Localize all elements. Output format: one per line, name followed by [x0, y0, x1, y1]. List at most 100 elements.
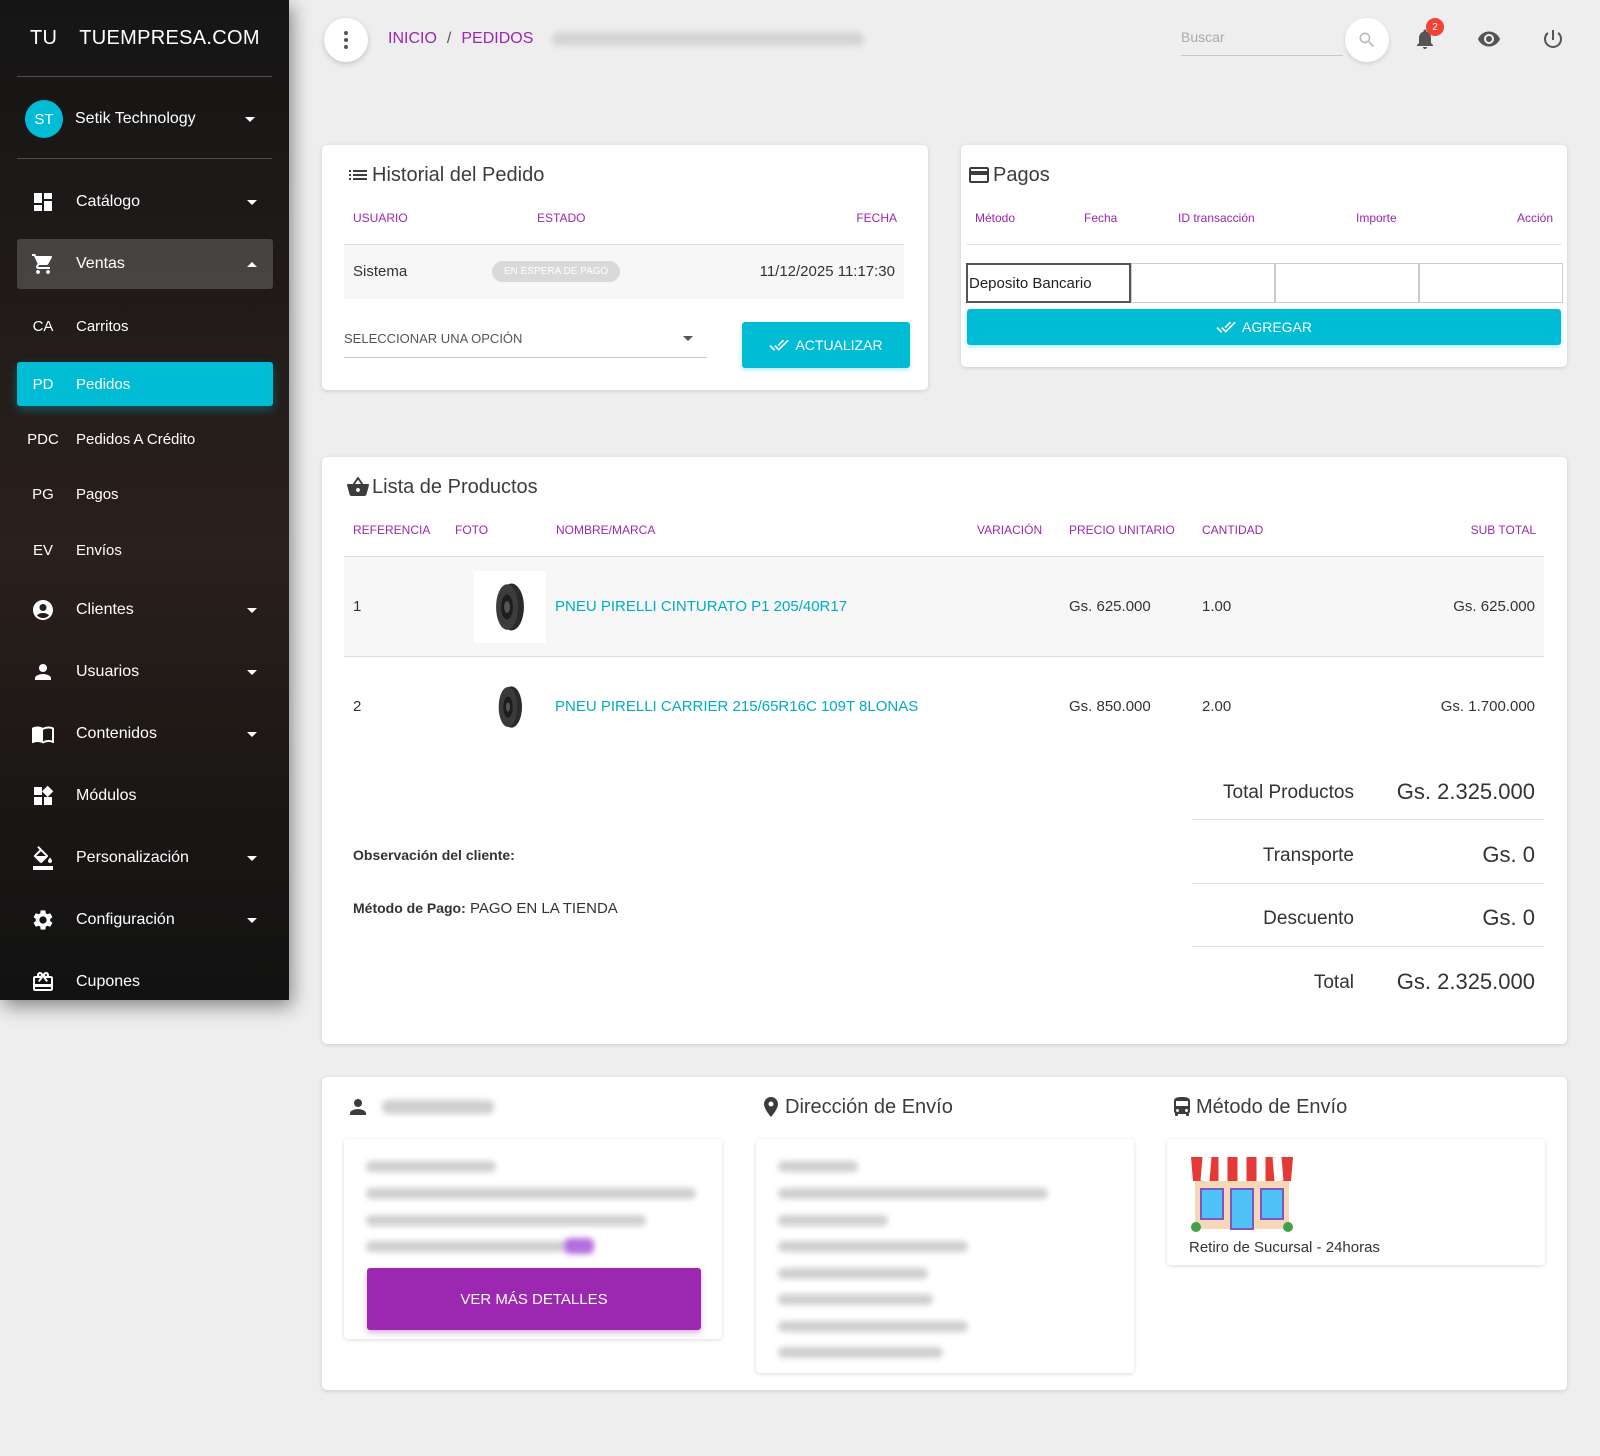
breadcrumb-pedidos[interactable]: PEDIDOS — [461, 30, 533, 48]
transaction-id-field[interactable] — [1275, 263, 1419, 303]
payments-card: Pagos Método Fecha ID transacción Import… — [961, 145, 1567, 367]
sidebar-item-pedidos-credito[interactable]: PDC Pedidos A Crédito — [17, 416, 273, 462]
redacted-text — [366, 1188, 696, 1199]
transport-value: Gs. 0 — [1482, 842, 1535, 867]
add-payment-button[interactable]: AGREGAR — [967, 309, 1561, 345]
product-photo[interactable] — [474, 571, 546, 643]
sidebar-item-label: Personalización — [76, 849, 189, 866]
payment-method-value: PAGO EN LA TIENDA — [469, 900, 618, 917]
power-icon — [1544, 30, 1562, 48]
product-qty: 1.00 — [1202, 598, 1232, 615]
divider — [1192, 883, 1544, 884]
product-subtotal: Gs. 625.000 — [1453, 598, 1535, 615]
sidebar-item-abbr: PD — [32, 375, 54, 393]
card-title — [346, 1095, 494, 1119]
sidebar-item-usuarios[interactable]: Usuarios — [17, 647, 273, 697]
column-header: PRECIO UNITARIO — [1069, 523, 1175, 537]
column-header: FOTO — [455, 523, 489, 537]
map-pin-icon — [764, 1097, 778, 1117]
amount-field[interactable] — [1419, 263, 1563, 303]
sidebar-item-cupones[interactable]: Cupones — [17, 957, 273, 1000]
chevron-down-icon — [247, 607, 257, 613]
sidebar-item-label: Envíos — [76, 541, 122, 559]
status-select[interactable]: SELECCIONAR UNA OPCIÓN — [344, 320, 707, 358]
table-row: 1 PNEU PIRELLI CINTURATO P1 205/40R17 Gs… — [344, 556, 1544, 656]
dashboard-icon — [17, 190, 69, 214]
payment-method-field[interactable]: Deposito Bancario — [966, 263, 1131, 303]
sidebar-item-configuracion[interactable]: Configuración — [17, 895, 273, 945]
products-card: Lista de Productos REFERENCIA FOTO NOMBR… — [322, 457, 1567, 1044]
transport-label: Transporte — [1262, 845, 1354, 866]
view-more-details-button[interactable]: VER MÁS DETALLES — [367, 1268, 701, 1330]
bus-icon — [1174, 1097, 1190, 1116]
done-all-icon — [769, 339, 790, 351]
sidebar-item-carritos[interactable]: CA Carritos — [17, 303, 273, 349]
chevron-down-icon — [247, 199, 257, 205]
sidebar: TU TUEMPRESA.COM ST Setik Technology Cat… — [0, 0, 289, 1000]
product-name-link[interactable]: PNEU PIRELLI CINTURATO P1 205/40R17 — [555, 598, 847, 615]
person-icon — [350, 1099, 366, 1115]
products-title: Lista de Productos — [372, 475, 538, 498]
column-header: ESTADO — [537, 211, 586, 225]
button-label: ACTUALIZAR — [795, 337, 883, 353]
view-store-button[interactable] — [1474, 24, 1504, 54]
sidebar-item-pedidos[interactable]: PD Pedidos — [17, 362, 273, 406]
redacted-badge — [564, 1238, 594, 1254]
table-row: Sistema EN ESPERA DE PAGO 11/12/2025 11:… — [344, 245, 904, 299]
sidebar-item-ventas[interactable]: Ventas — [17, 239, 273, 289]
sidebar-item-pagos[interactable]: PG Pagos — [17, 471, 273, 517]
divider — [17, 158, 272, 159]
more-options-button[interactable] — [324, 18, 368, 62]
shipping-method-panel: Retiro de Sucursal - 24horas — [1167, 1139, 1545, 1265]
logout-button[interactable] — [1538, 24, 1568, 54]
search-button[interactable] — [1345, 18, 1389, 62]
card-title: Historial del Pedido — [346, 163, 544, 187]
sidebar-item-label: Contenidos — [76, 725, 157, 742]
sidebar-item-clientes[interactable]: Clientes — [17, 585, 273, 635]
column-header: FECHA — [856, 211, 897, 225]
product-name-link[interactable]: PNEU PIRELLI CARRIER 215/65R16C 109T 8LO… — [555, 698, 918, 715]
chevron-down-icon — [247, 855, 257, 861]
paint-bucket-icon — [17, 846, 69, 870]
user-name: Setik Technology — [75, 110, 196, 127]
table-row: 2 PNEU PIRELLI CARRIER 215/65R16C 109T 8… — [344, 656, 1544, 756]
redacted-text — [778, 1161, 858, 1172]
payment-date-field[interactable] — [1131, 263, 1275, 303]
product-photo[interactable] — [474, 671, 546, 743]
breadcrumb-separator: / — [446, 30, 452, 47]
dot-icon — [344, 31, 348, 35]
sidebar-item-envios[interactable]: EV Envíos — [17, 527, 273, 573]
sidebar-item-personalizacion[interactable]: Personalización — [17, 833, 273, 883]
notifications-button[interactable]: 2 — [1410, 18, 1444, 54]
sidebar-item-label: Pedidos — [76, 375, 131, 393]
user-menu[interactable]: ST Setik Technology — [25, 100, 265, 138]
chevron-down-icon — [247, 731, 257, 737]
redacted-text — [778, 1294, 933, 1305]
done-all-icon — [1216, 321, 1236, 333]
brand-logo[interactable]: TU TUEMPRESA.COM — [30, 27, 260, 50]
chevron-down-icon — [245, 116, 255, 122]
tire-image — [496, 583, 524, 631]
grand-total-label: Total — [1313, 972, 1354, 993]
search-input[interactable]: Buscar — [1181, 26, 1343, 56]
sidebar-item-modulos[interactable]: Módulos — [17, 771, 273, 821]
column-header: Importe — [1356, 211, 1397, 225]
update-button[interactable]: ACTUALIZAR — [742, 322, 910, 368]
column-header: SUB TOTAL — [1470, 523, 1536, 537]
grand-total-value: Gs. 2.325.000 — [1396, 969, 1535, 994]
redacted-text — [778, 1268, 928, 1279]
column-header: VARIACIÓN — [977, 523, 1043, 537]
card-title: Lista de Productos — [346, 475, 538, 499]
customer-observation-label: Observación del cliente: — [353, 847, 515, 863]
redacted-text — [778, 1347, 943, 1358]
breadcrumb-inicio[interactable]: INICIO — [388, 30, 437, 48]
sidebar-item-catalogo[interactable]: Catálogo — [17, 177, 273, 227]
column-header: CANTIDAD — [1202, 523, 1264, 537]
person-icon — [17, 660, 69, 684]
dot-icon — [344, 45, 348, 49]
total-products-label: Total Productos — [1223, 782, 1354, 803]
redacted-text — [366, 1241, 566, 1252]
gear-icon — [17, 908, 69, 932]
sidebar-item-label: Carritos — [76, 317, 129, 335]
sidebar-item-contenidos[interactable]: Contenidos — [17, 709, 273, 759]
